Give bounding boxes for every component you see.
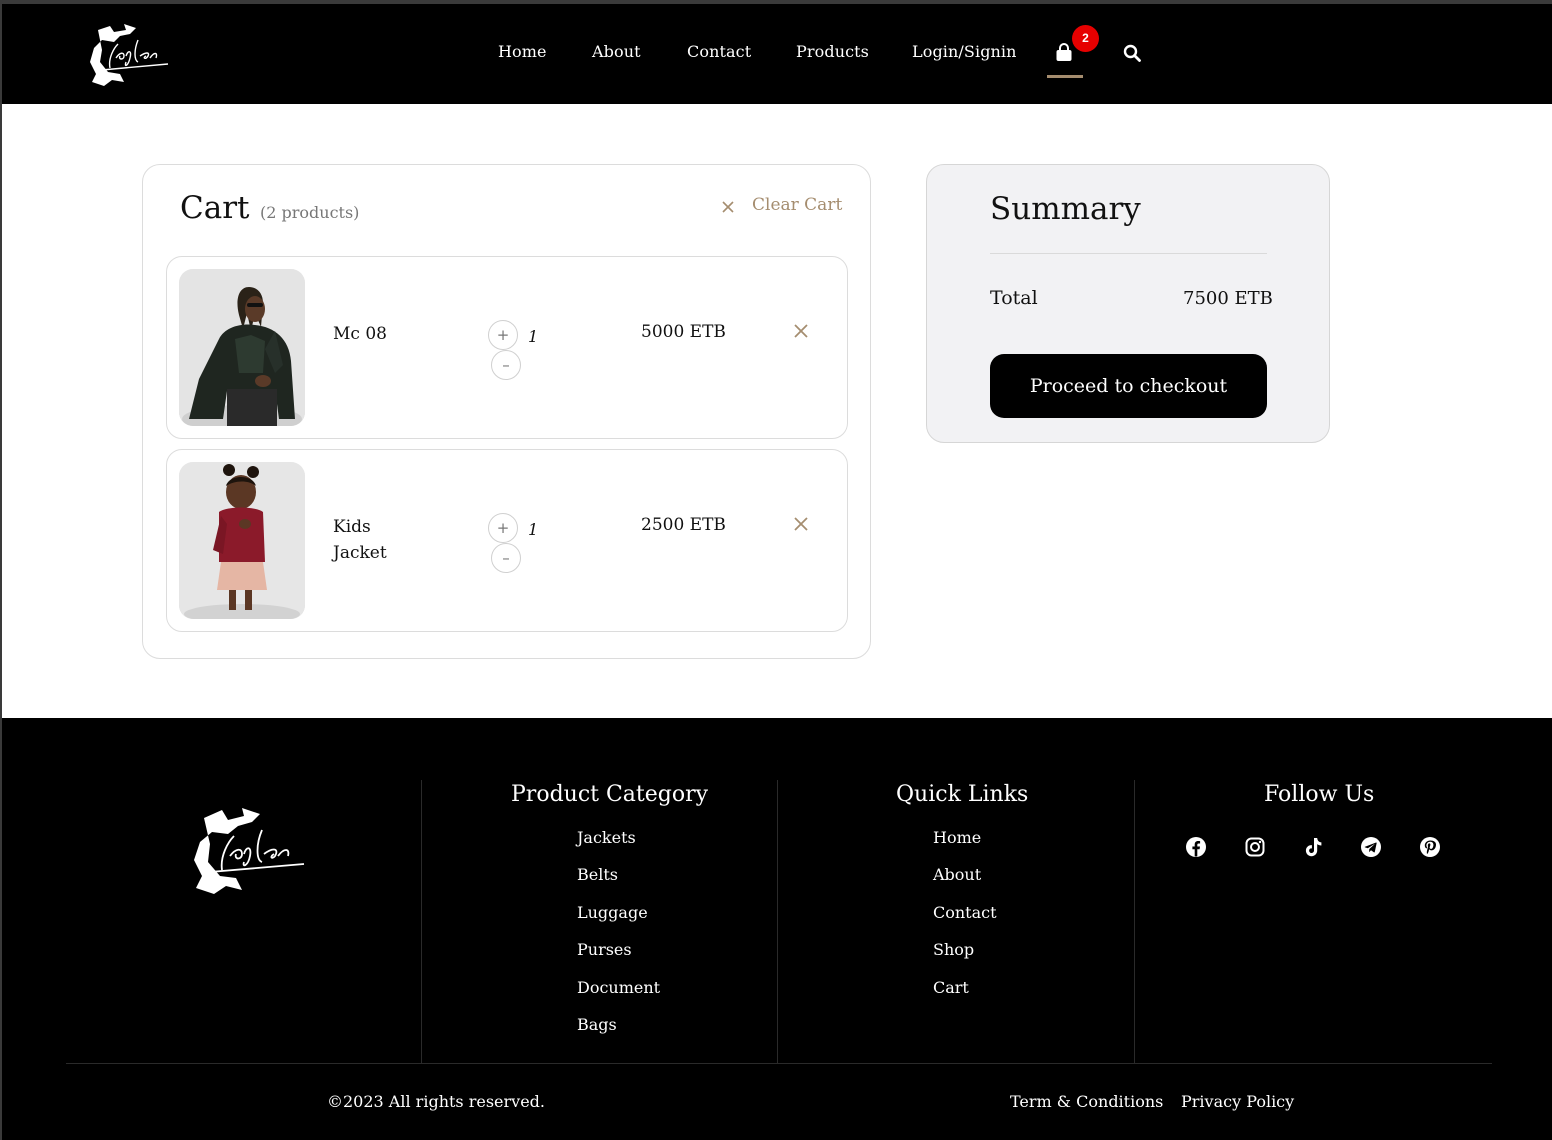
decrease-quantity-button[interactable]: – [491,543,521,573]
product-name: Mc 08 [333,324,387,344]
footer-link-about[interactable]: About [933,865,981,884]
copyright-text: ©2023 All rights reserved. [327,1092,545,1111]
nav-login-signin[interactable]: Login/Signin [912,42,1017,61]
cart-item: Mc 08 + 1 – 5000 ETB [166,256,848,439]
decrease-quantity-button[interactable]: – [491,350,521,380]
cart-item: Kids Jacket + 1 – 2500 ETB [166,449,848,632]
follow-us-title: Follow Us [1264,782,1375,807]
remove-item-icon[interactable] [794,324,808,338]
telegram-icon[interactable] [1360,836,1382,858]
nav-about[interactable]: About [592,42,641,61]
footer-link-shop[interactable]: Shop [933,940,974,959]
footer-link-jackets[interactable]: Jackets [577,828,636,847]
close-icon [722,201,734,213]
clear-cart-button[interactable]: Clear Cart [721,195,861,219]
remove-item-icon[interactable] [794,517,808,531]
pinterest-icon[interactable] [1419,836,1441,858]
clear-cart-label: Clear Cart [752,195,843,215]
footer-link-belts[interactable]: Belts [577,865,618,884]
site-header: Home About Contact Products Login/Signin… [2,4,1552,104]
nav-contact[interactable]: Contact [687,42,751,61]
footer-link-document[interactable]: Document [577,978,660,997]
instagram-icon[interactable] [1244,836,1266,858]
main-nav: Home About Contact Products Login/Signin [2,42,1552,66]
shopping-bag-icon[interactable] [1055,43,1073,63]
proceed-to-checkout-button[interactable]: Proceed to checkout [990,354,1267,418]
footer-link-luggage[interactable]: Luggage [577,903,648,922]
footer-link-purses[interactable]: Purses [577,940,632,959]
total-value: 7500 ETB [1183,288,1273,309]
cart-product-count: (2 products) [260,203,360,222]
footer-divider [66,1063,1492,1064]
increase-quantity-button[interactable]: + [488,320,518,350]
total-label: Total [990,287,1038,309]
facebook-icon[interactable] [1185,836,1207,858]
product-price: 2500 ETB [641,515,726,535]
cart-panel: Cart (2 products) Clear Cart Mc 08 + 1 –… [142,164,871,659]
product-price: 5000 ETB [641,322,726,342]
increase-quantity-button[interactable]: + [488,513,518,543]
footer-column-divider [421,780,422,1063]
divider [990,253,1267,254]
footer-column-divider [777,780,778,1063]
terms-and-conditions-link[interactable]: Term & Conditions [1010,1092,1163,1111]
cart-count-badge[interactable]: 2 [1072,25,1099,52]
quick-links-title: Quick Links [896,782,1029,807]
search-icon[interactable] [1123,44,1141,62]
product-name: Kids Jacket [333,517,387,563]
footer-brand-logo[interactable] [180,806,310,898]
privacy-policy-link[interactable]: Privacy Policy [1181,1092,1294,1111]
footer-link-cart[interactable]: Cart [933,978,969,997]
cart-title: Cart [180,190,250,226]
summary-title: Summary [990,191,1141,227]
tiktok-icon[interactable] [1302,836,1324,858]
product-image-mc08[interactable] [179,269,305,426]
footer-link-home[interactable]: Home [933,828,981,847]
footer-column-divider [1134,780,1135,1063]
order-summary-panel: Summary Total 7500 ETB Proceed to checko… [926,164,1330,443]
footer-link-contact[interactable]: Contact [933,903,997,922]
quantity-value: 1 [528,520,539,539]
product-category-title: Product Category [511,782,709,807]
footer-link-bags[interactable]: Bags [577,1015,617,1034]
product-image-kids-jacket[interactable] [179,462,305,619]
nav-home[interactable]: Home [498,42,547,61]
quantity-value: 1 [528,327,539,346]
site-footer: Product Category Jackets Belts Luggage P… [2,718,1552,1140]
nav-products[interactable]: Products [796,42,869,61]
active-nav-indicator [1047,75,1083,78]
